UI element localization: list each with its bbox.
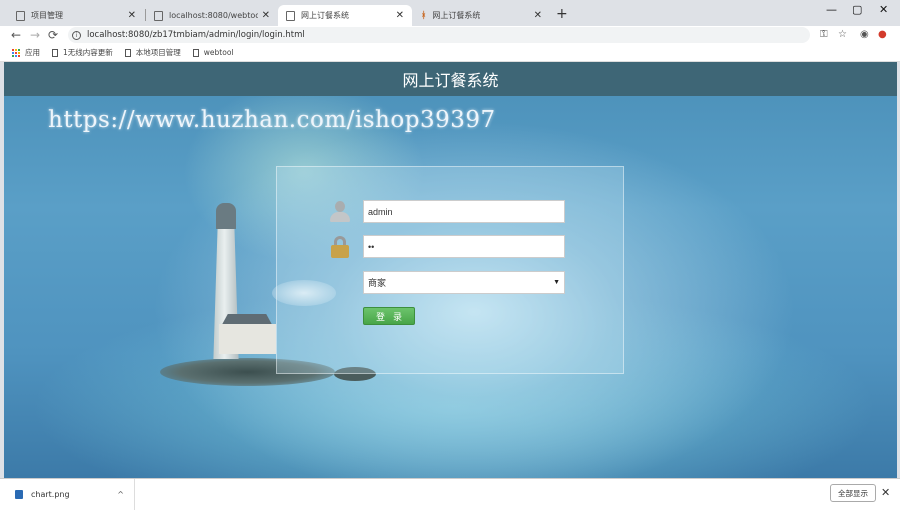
tab-strip: 项目管理 ✕ localhost:8080/webtool/all/in ✕ 网… [0,0,900,26]
tab-title: 网上订餐系统 [432,11,481,20]
download-file-name: chart.png [31,490,70,499]
role-select[interactable]: 商家 ▼ [363,271,565,294]
reload-icon[interactable]: ⟳ [48,27,58,43]
tab-close-icon[interactable]: ✕ [128,10,136,21]
chevron-up-icon[interactable]: ^ [117,490,124,499]
bookmark-label: 应用 [25,48,40,57]
tab-online-ordering-active[interactable]: 网上订餐系统 ✕ [278,5,412,26]
back-arrow-icon[interactable]: ← [11,27,21,43]
tab-title: localhost:8080/webtool/all/in [169,11,258,20]
tab-title: 网上订餐系统 [301,11,349,20]
browser-toolbar: ← → ⟳ i localhost:8080/zb17tmbiam/admin/… [0,26,900,44]
bookmark-webtool[interactable]: webtool [192,48,234,57]
maximize-button[interactable]: ▢ [852,3,862,16]
bookmarks-bar: 应用 1无线内容更新 本地项目管理 webtool [0,44,900,62]
forward-arrow-icon[interactable]: → [30,27,40,43]
image-file-icon [15,490,23,499]
password-input[interactable]: •• [363,235,565,258]
doc-icon [286,10,295,21]
tab-webtool[interactable]: localhost:8080/webtool/all/in ✕ [146,5,278,26]
new-tab-button[interactable]: + [556,6,568,22]
tab-close-icon[interactable]: ✕ [262,10,270,21]
window-close-button[interactable]: ✕ [879,3,888,16]
doc-icon [16,10,25,21]
extension-icon[interactable]: ● [878,29,887,41]
lock-icon [329,236,351,258]
login-panel: admin •• 商家 ▼ 登录 [276,166,624,374]
apps-icon [12,48,20,57]
address-bar[interactable]: i localhost:8080/zb17tmbiam/admin/login/… [68,27,810,43]
lighthouse-lamp [216,203,236,229]
chevron-down-icon: ▼ [553,279,560,286]
page-title: 网上订餐系统 [402,71,499,90]
tab-title: 项目管理 [31,11,63,20]
tab-close-icon[interactable]: ✕ [534,10,542,21]
close-icon[interactable]: ✕ [881,486,890,499]
login-button[interactable]: 登录 [363,307,415,325]
bookmark-apps[interactable]: 应用 [12,47,40,58]
username-input[interactable]: admin [363,200,565,223]
doc-icon [192,48,199,57]
key-icon[interactable]: ⚿ [820,29,828,41]
doc-icon [52,48,58,57]
doc-icon [154,10,163,21]
keeper-house [219,324,276,354]
role-selected-value: 商家 [368,278,387,288]
tab-project-management[interactable]: 项目管理 ✕ [8,5,144,26]
bookmark-star-icon[interactable]: ☆ [838,29,847,41]
bookmark-local-projects[interactable]: 本地项目管理 [124,47,181,58]
login-page: 网上订餐系统 https://www.huzhan.com/ishop39397… [4,62,897,478]
site-info-icon[interactable]: i [72,30,81,40]
tab-close-icon[interactable]: ✕ [396,10,404,21]
watermark-text: https://www.huzhan.com/ishop39397 [48,107,496,133]
doc-icon [124,48,131,57]
tab-online-ordering-2[interactable]: ᚼ 网上订餐系统 ✕ [413,5,550,26]
download-shelf: chart.png ^ 全部显示 ✕ [0,478,900,510]
address-url[interactable]: localhost:8080/zb17tmbiam/admin/login/lo… [87,30,305,40]
download-item[interactable]: chart.png ^ [0,479,135,510]
bookmark-label: webtool [203,48,234,57]
minimize-button[interactable]: — [826,3,837,16]
bookmark-label: 本地项目管理 [135,48,181,57]
bookmark-wireless-content[interactable]: 1无线内容更新 [52,47,113,58]
bookmark-label: 1无线内容更新 [63,48,113,57]
show-all-button[interactable]: 全部显示 [830,484,876,502]
profile-icon[interactable]: ◉ [860,29,869,41]
huawei-icon: ᚼ [421,10,427,21]
user-icon [329,201,351,223]
page-header: 网上订餐系统 [4,62,897,96]
